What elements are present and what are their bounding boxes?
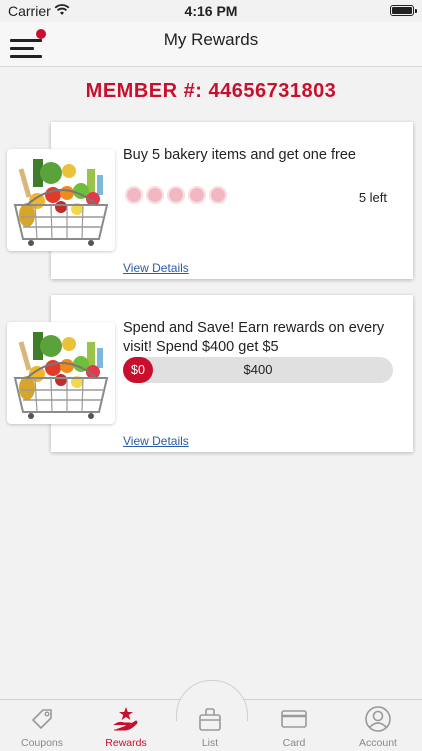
- punch-circle: [125, 186, 143, 204]
- page-title: My Rewards: [163, 30, 259, 49]
- view-details-link[interactable]: View Details: [123, 261, 189, 275]
- punch-circle: [188, 186, 206, 204]
- progress-current: $0: [123, 357, 153, 383]
- tab-bar: Coupons Rewards List Card Account: [0, 680, 422, 751]
- navigation-bar: My Rewards: [0, 22, 422, 67]
- tab-card[interactable]: Card: [252, 700, 336, 751]
- member-number: MEMBER #: 44656731803: [85, 80, 337, 102]
- punch-circle: [146, 186, 164, 204]
- tab-label: List: [201, 737, 219, 749]
- tab-label: Card: [282, 737, 306, 749]
- tag-icon: [32, 709, 52, 729]
- tab-label: Coupons: [20, 737, 64, 749]
- remaining-count: 5 left: [358, 190, 387, 205]
- status-bar: Carrier 4:16 PM: [0, 0, 422, 22]
- grocery-basket-image: [7, 322, 115, 424]
- punch-card: [125, 186, 227, 204]
- tab-account[interactable]: Account: [336, 700, 420, 751]
- tab-rewards[interactable]: Rewards: [84, 700, 168, 751]
- account-icon: [365, 706, 391, 732]
- tab-label: Rewards: [105, 737, 147, 749]
- tab-coupons[interactable]: Coupons: [0, 700, 84, 751]
- grocery-basket-image: [7, 149, 115, 251]
- tab-label: Account: [359, 737, 397, 749]
- spend-progress-bar: $400 $0: [123, 357, 393, 383]
- tab-list[interactable]: List: [168, 700, 252, 751]
- view-details-link[interactable]: View Details: [123, 434, 189, 448]
- punch-circle: [167, 186, 185, 204]
- reward-description: Spend and Save! Earn rewards on every vi…: [123, 320, 385, 355]
- progress-goal: $400: [243, 362, 273, 377]
- card-icon: [281, 710, 307, 728]
- bag-icon: [199, 708, 221, 731]
- clock: 4:16 PM: [184, 3, 238, 19]
- reward-description: Buy 5 bakery items and get one free: [123, 147, 356, 163]
- punch-circle: [209, 186, 227, 204]
- battery-icon: [390, 5, 417, 16]
- hand-star-icon: [113, 707, 138, 731]
